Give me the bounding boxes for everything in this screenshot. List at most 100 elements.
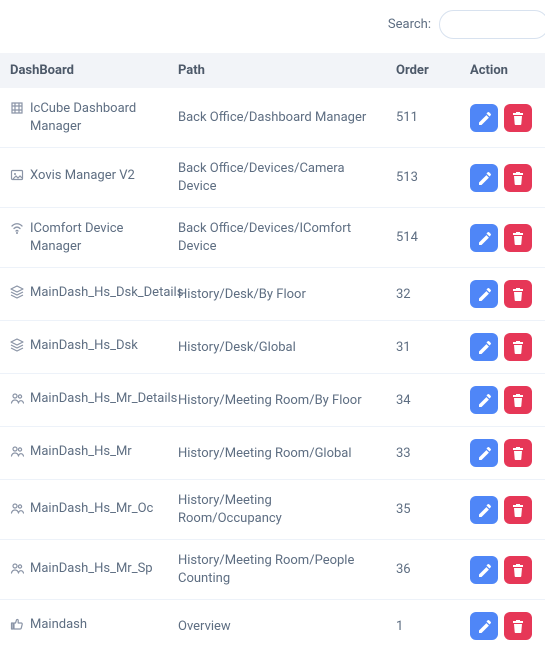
action-cell xyxy=(460,480,545,540)
dashboard-name: IcCube Dashboard Manager xyxy=(30,100,158,135)
order-cell: 514 xyxy=(386,208,460,268)
path-cell: History/Meeting Room/Global xyxy=(168,427,386,480)
edit-button[interactable] xyxy=(470,556,498,584)
trash-icon xyxy=(511,619,525,633)
delete-button[interactable] xyxy=(504,224,532,252)
delete-button[interactable] xyxy=(504,612,532,640)
edit-button[interactable] xyxy=(470,612,498,640)
people-icon xyxy=(10,501,24,521)
dashboard-cell: MainDash_Hs_Mr_Sp xyxy=(0,540,168,600)
action-cell xyxy=(460,600,545,652)
image-icon xyxy=(10,168,24,188)
dashboard-name: Maindash xyxy=(30,616,87,634)
action-cell xyxy=(460,427,545,480)
trash-icon xyxy=(511,340,525,354)
table-header-row: DashBoard Path Order Action xyxy=(0,53,545,88)
path-cell: Overview xyxy=(168,600,386,652)
order-cell: 35 xyxy=(386,480,460,540)
search-bar: Search: xyxy=(0,0,545,53)
order-cell: 36 xyxy=(386,540,460,600)
edit-icon xyxy=(477,619,491,633)
order-cell: 513 xyxy=(386,148,460,208)
path-cell: Back Office/Devices/IComfort Device xyxy=(168,208,386,268)
delete-button[interactable] xyxy=(504,280,532,308)
action-cell xyxy=(460,148,545,208)
edit-icon xyxy=(477,340,491,354)
path-cell: History/Meeting Room/Occupancy xyxy=(168,480,386,540)
header-action: Action xyxy=(460,53,545,88)
table-row: IcCube Dashboard Manager Back Office/Dash… xyxy=(0,88,545,148)
dashboard-cell: MainDash_Hs_Dsk_Details xyxy=(0,268,168,321)
layers-icon xyxy=(10,338,24,358)
table-row: MainDash_Hs_Mr_OcHistory/Meeting Room/Oc… xyxy=(0,480,545,540)
edit-button[interactable] xyxy=(470,164,498,192)
people-icon xyxy=(10,391,24,411)
table-row: MainDash_Hs_Dsk_DetailsHistory/Desk/By F… xyxy=(0,268,545,321)
search-input[interactable] xyxy=(439,10,545,39)
dashboard-cell: MainDash_Hs_Mr_Details xyxy=(0,374,168,427)
path-cell: Back Office/Devices/Camera Device xyxy=(168,148,386,208)
trash-icon xyxy=(511,287,525,301)
delete-button[interactable] xyxy=(504,164,532,192)
edit-button[interactable] xyxy=(470,386,498,414)
order-cell: 32 xyxy=(386,268,460,321)
trash-icon xyxy=(511,393,525,407)
dashboard-cell: Xovis Manager V2 xyxy=(0,148,168,208)
edit-button[interactable] xyxy=(470,104,498,132)
dashboard-cell: Maindash xyxy=(0,600,168,652)
delete-button[interactable] xyxy=(504,104,532,132)
dashboard-cell: IComfort Device Manager xyxy=(0,208,168,268)
action-cell xyxy=(460,88,545,148)
order-cell: 31 xyxy=(386,321,460,374)
edit-button[interactable] xyxy=(470,333,498,361)
dashboard-table: DashBoard Path Order Action IcCube Dashb… xyxy=(0,53,545,652)
order-cell: 1 xyxy=(386,600,460,652)
table-row: IComfort Device Manager Back Office/Devic… xyxy=(0,208,545,268)
edit-icon xyxy=(477,231,491,245)
path-cell: History/Meeting Room/By Floor xyxy=(168,374,386,427)
order-cell: 33 xyxy=(386,427,460,480)
edit-icon xyxy=(477,393,491,407)
edit-icon xyxy=(477,503,491,517)
edit-button[interactable] xyxy=(470,439,498,467)
search-label: Search: xyxy=(388,17,431,32)
header-order[interactable]: Order xyxy=(386,53,460,88)
path-cell: Back Office/Dashboard Manager xyxy=(168,88,386,148)
edit-icon xyxy=(477,563,491,577)
edit-icon xyxy=(477,171,491,185)
header-path[interactable]: Path xyxy=(168,53,386,88)
table-row: MainDash_Hs_Mr_DetailsHistory/Meeting Ro… xyxy=(0,374,545,427)
dashboard-name: MainDash_Hs_Mr_Sp xyxy=(30,560,153,578)
people-icon xyxy=(10,444,24,464)
delete-button[interactable] xyxy=(504,386,532,414)
trash-icon xyxy=(511,503,525,517)
dashboard-name: IComfort Device Manager xyxy=(30,220,158,255)
dashboard-cell: MainDash_Hs_Mr xyxy=(0,427,168,480)
delete-button[interactable] xyxy=(504,556,532,584)
wifi-icon xyxy=(10,221,24,241)
header-dashboard[interactable]: DashBoard xyxy=(0,53,168,88)
path-cell: History/Meeting Room/People Counting xyxy=(168,540,386,600)
dashboard-name: Xovis Manager V2 xyxy=(30,167,135,185)
trash-icon xyxy=(511,231,525,245)
edit-button[interactable] xyxy=(470,224,498,252)
table-row: MainDash_Hs_Mr_Sp History/Meeting Room/Pe… xyxy=(0,540,545,600)
action-cell xyxy=(460,321,545,374)
edit-button[interactable] xyxy=(470,280,498,308)
thumb-icon xyxy=(10,617,24,637)
trash-icon xyxy=(511,446,525,460)
action-cell xyxy=(460,208,545,268)
delete-button[interactable] xyxy=(504,439,532,467)
table-row: MainDash_Hs_Dsk History/Desk/Global31 xyxy=(0,321,545,374)
action-cell xyxy=(460,374,545,427)
trash-icon xyxy=(511,563,525,577)
table-row: Xovis Manager V2 Back Office/Devices/Came… xyxy=(0,148,545,208)
delete-button[interactable] xyxy=(504,333,532,361)
dashboard-name: MainDash_Hs_Dsk_Details xyxy=(30,284,183,302)
dashboard-cell: IcCube Dashboard Manager xyxy=(0,88,168,148)
dashboard-name: MainDash_Hs_Dsk xyxy=(30,337,138,355)
action-cell xyxy=(460,540,545,600)
path-cell: History/Desk/Global xyxy=(168,321,386,374)
dashboard-cell: MainDash_Hs_Dsk xyxy=(0,321,168,374)
people-icon xyxy=(10,561,24,581)
